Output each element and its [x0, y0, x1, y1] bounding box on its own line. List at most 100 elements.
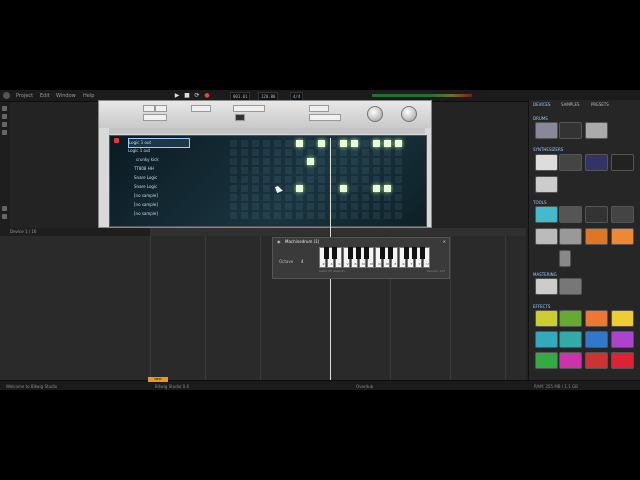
- step-cell[interactable]: [351, 185, 358, 192]
- step-cell[interactable]: [241, 140, 248, 147]
- step-cell[interactable]: [362, 176, 369, 183]
- synth-device-tile[interactable]: [535, 176, 558, 193]
- mute-led-icon[interactable]: [114, 138, 119, 143]
- step-cell[interactable]: [395, 176, 402, 183]
- effect-device-tile[interactable]: [611, 352, 634, 369]
- step-cell[interactable]: [384, 158, 391, 165]
- volume-knob[interactable]: [367, 106, 383, 122]
- step-cell[interactable]: [230, 185, 237, 192]
- step-cell[interactable]: [241, 203, 248, 210]
- step-cell[interactable]: [340, 140, 347, 147]
- step-cell[interactable]: [263, 167, 270, 174]
- loop-icon[interactable]: ⟳: [194, 92, 200, 99]
- effect-device-tile[interactable]: [611, 310, 634, 327]
- step-cell[interactable]: [318, 212, 325, 219]
- step-cell[interactable]: [241, 167, 248, 174]
- lane-label[interactable]: Snare Logic: [128, 174, 194, 182]
- step-cell[interactable]: [373, 185, 380, 192]
- step-cell[interactable]: [241, 212, 248, 219]
- step-cell[interactable]: [351, 158, 358, 165]
- effect-device-tile[interactable]: [559, 310, 582, 327]
- step-cell[interactable]: [384, 212, 391, 219]
- step-cell[interactable]: [307, 185, 314, 192]
- step-cell[interactable]: [318, 167, 325, 174]
- step-cell[interactable]: [230, 149, 237, 156]
- step-cell[interactable]: [395, 167, 402, 174]
- close-icon[interactable]: ✕: [443, 239, 446, 244]
- mastering-device-tile[interactable]: [559, 278, 582, 295]
- menu-window[interactable]: Window: [56, 93, 76, 99]
- step-cell[interactable]: [318, 158, 325, 165]
- step-cell[interactable]: [384, 194, 391, 201]
- piano-black-key[interactable]: [388, 247, 393, 259]
- step-cell[interactable]: [296, 167, 303, 174]
- effect-device-tile[interactable]: [559, 331, 582, 348]
- step-cell[interactable]: [351, 149, 358, 156]
- step-cell[interactable]: [340, 194, 347, 201]
- step-cell[interactable]: [296, 203, 303, 210]
- device-button[interactable]: [233, 105, 265, 112]
- step-cell[interactable]: [384, 176, 391, 183]
- step-cell[interactable]: [307, 212, 314, 219]
- lane-label[interactable]: Snare Logic: [128, 183, 194, 191]
- lane-label[interactable]: [no sample]: [128, 192, 194, 200]
- effect-device-tile[interactable]: [559, 352, 582, 369]
- step-cell[interactable]: [252, 185, 259, 192]
- step-cell[interactable]: [362, 167, 369, 174]
- stop-icon[interactable]: ■: [184, 92, 190, 99]
- step-cell[interactable]: [384, 203, 391, 210]
- piano-black-key[interactable]: [404, 247, 409, 259]
- step-cell[interactable]: [340, 167, 347, 174]
- step-cell[interactable]: [362, 158, 369, 165]
- step-cell[interactable]: [395, 149, 402, 156]
- tool-device-tile[interactable]: [559, 206, 582, 223]
- step-cell[interactable]: [384, 167, 391, 174]
- step-cell[interactable]: [307, 149, 314, 156]
- step-cell[interactable]: [296, 158, 303, 165]
- step-grid[interactable]: Logic 1 out Logic 1 out crunky kick TT80…: [109, 135, 427, 227]
- effect-device-tile[interactable]: [535, 331, 558, 348]
- step-cell[interactable]: [263, 185, 270, 192]
- pointer-tool-icon[interactable]: [2, 106, 7, 111]
- step-cell[interactable]: [340, 158, 347, 165]
- lane-label[interactable]: crunky kick: [128, 156, 196, 164]
- step-cell[interactable]: [296, 140, 303, 147]
- record-icon[interactable]: ●: [204, 92, 210, 99]
- step-cell[interactable]: [252, 203, 259, 210]
- piano-black-key[interactable]: [324, 247, 329, 259]
- step-cell[interactable]: [230, 212, 237, 219]
- step-cell[interactable]: [285, 194, 292, 201]
- step-cell[interactable]: [230, 176, 237, 183]
- piano-black-key[interactable]: [412, 247, 417, 259]
- step-cell[interactable]: [351, 212, 358, 219]
- step-cell[interactable]: [274, 158, 281, 165]
- piano-black-key[interactable]: [420, 247, 425, 259]
- step-cell[interactable]: [263, 194, 270, 201]
- step-cell[interactable]: [263, 158, 270, 165]
- step-cell[interactable]: [285, 176, 292, 183]
- step-cell[interactable]: [296, 185, 303, 192]
- step-cell[interactable]: [296, 149, 303, 156]
- step-cell[interactable]: [241, 158, 248, 165]
- step-cell[interactable]: [362, 203, 369, 210]
- lane-label[interactable]: TT808 HH: [128, 165, 194, 173]
- pencil-tool-icon[interactable]: [2, 114, 7, 119]
- effect-device-tile[interactable]: [535, 310, 558, 327]
- step-cell[interactable]: [340, 149, 347, 156]
- device-button[interactable]: [155, 105, 167, 112]
- step-cell[interactable]: [230, 194, 237, 201]
- piano-black-key[interactable]: [348, 247, 353, 259]
- piano-black-key[interactable]: [332, 247, 337, 259]
- step-cell[interactable]: [318, 203, 325, 210]
- step-cell[interactable]: [373, 158, 380, 165]
- tool-device-tile[interactable]: [559, 250, 571, 267]
- step-cell[interactable]: [307, 194, 314, 201]
- piano-black-key[interactable]: [356, 247, 361, 259]
- step-cell[interactable]: [395, 140, 402, 147]
- step-cell[interactable]: [296, 212, 303, 219]
- settings-icon[interactable]: [2, 206, 7, 211]
- effect-device-tile[interactable]: [535, 352, 558, 369]
- step-cell[interactable]: [230, 167, 237, 174]
- tool-device-tile[interactable]: [535, 228, 558, 245]
- menu-project[interactable]: Project: [16, 93, 33, 99]
